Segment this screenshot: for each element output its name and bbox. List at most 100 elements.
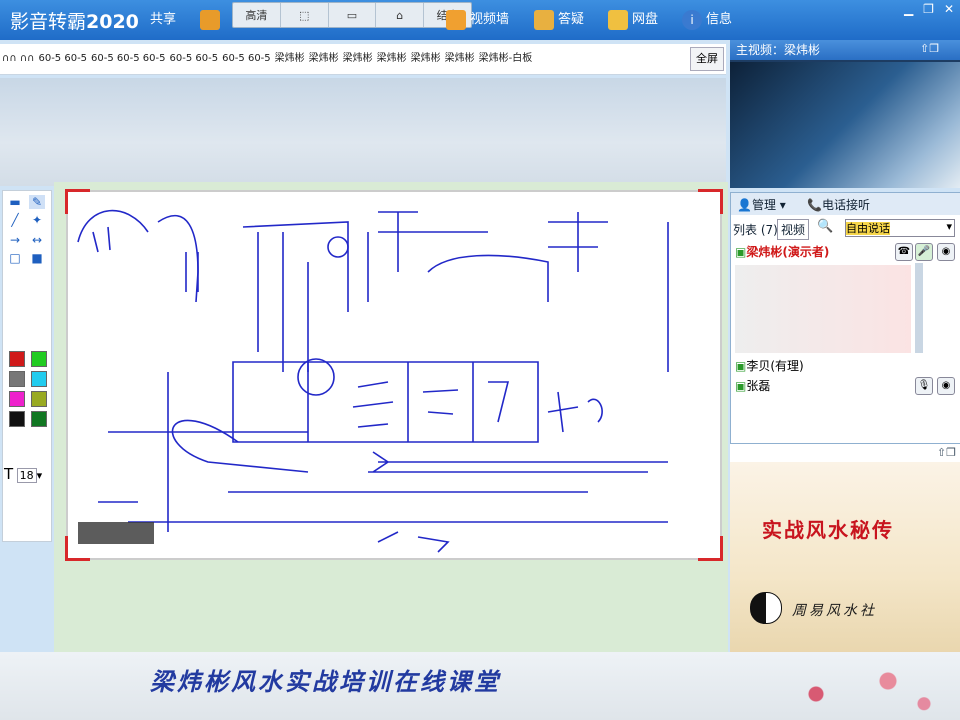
- document-tabs: ∩∩ ∩∩ 60-5 60-5 60-5 60-5 60-5 60-5 60-5 60-…: [0, 44, 726, 75]
- phone-label: 电话接听: [821, 198, 870, 212]
- close-icon[interactable]: ✕: [944, 2, 954, 16]
- pen-icon[interactable]: ✎: [29, 195, 45, 209]
- qa-icon: [534, 10, 554, 30]
- text-tool-icon[interactable]: T: [4, 465, 13, 483]
- restore-icon[interactable]: ❐: [923, 2, 934, 16]
- double-arrow-icon[interactable]: ↔: [29, 233, 45, 247]
- eraser-icon[interactable]: ✦: [29, 213, 45, 227]
- share-button[interactable]: 共享: [150, 7, 176, 33]
- app-brand: 影音转霸2020: [10, 7, 139, 34]
- info-button[interactable]: i 信息: [682, 7, 732, 33]
- color-magenta[interactable]: [9, 391, 25, 407]
- tab-item[interactable]: 梁炜彬: [341, 44, 375, 74]
- share-label: 共享: [150, 12, 177, 27]
- window-icon[interactable]: ▭: [329, 3, 377, 27]
- footer-title: 梁炜彬风水实战培训在线课堂: [150, 667, 501, 696]
- brand-prefix: 影音转霸: [10, 11, 87, 33]
- phone-answer-button[interactable]: 📞电话接听: [807, 196, 870, 213]
- poster-subtitle: 周易风水社: [792, 603, 877, 619]
- color-dark-green[interactable]: [31, 411, 47, 427]
- handwriting-canvas: [77, 209, 669, 553]
- tab-video[interactable]: 视频: [777, 219, 810, 240]
- tab-item[interactable]: 60-5 60-5 60-5: [89, 44, 167, 74]
- participant-name: 李贝(有理): [746, 359, 804, 373]
- manage-label: 管理: [751, 198, 776, 212]
- highlighter-icon[interactable]: ▬: [7, 195, 23, 209]
- participant-item[interactable]: ▣张磊: [735, 377, 770, 394]
- scrollbar[interactable]: [915, 263, 923, 353]
- phone-icon[interactable]: ☎: [895, 243, 913, 261]
- search-icon[interactable]: 🔍: [817, 219, 833, 234]
- fullscreen-button[interactable]: 全屏: [690, 47, 724, 71]
- minimize-icon[interactable]: ▁: [904, 2, 913, 16]
- participant-name: 张磊: [746, 379, 771, 393]
- window-controls: ▁ ❐ ✕: [904, 2, 954, 16]
- color-gray[interactable]: [9, 371, 25, 387]
- tab-item[interactable]: 梁炜彬: [409, 44, 443, 74]
- tab-item[interactable]: 梁炜彬: [273, 44, 307, 74]
- hd-button[interactable]: 高清: [233, 3, 281, 27]
- whiteboard[interactable]: [65, 189, 723, 561]
- tab-list[interactable]: 列表 (7): [733, 221, 778, 238]
- qa-label: 答疑: [558, 12, 585, 27]
- monitor-icon: ▣: [735, 379, 747, 393]
- tab-item[interactable]: 60-5 60-5: [220, 44, 273, 74]
- participant-item[interactable]: ▣李贝(有理): [735, 357, 804, 374]
- info-label: 信息: [706, 12, 733, 27]
- color-black[interactable]: [9, 411, 25, 427]
- netdisk-label: 网盘: [632, 12, 659, 27]
- netdisk-button[interactable]: 网盘: [608, 7, 658, 33]
- mini-toolbar: 高清 ⬚ ▭ ⌂ 结束: [232, 2, 472, 28]
- tab-item[interactable]: 梁炜彬: [375, 44, 409, 74]
- mode-select[interactable]: 自由说话 ▾: [845, 219, 955, 237]
- info-icon: i: [682, 10, 702, 30]
- filled-rectangle-icon[interactable]: ■: [29, 251, 45, 265]
- home-icon[interactable]: ⌂: [376, 3, 425, 27]
- blurred-area: [0, 78, 726, 186]
- panel-pin-icon[interactable]: ⇧❐: [920, 42, 939, 55]
- line-icon[interactable]: ╱: [7, 213, 23, 227]
- hand-drawn-strokes: [77, 209, 669, 553]
- tab-item[interactable]: 60-5 60-5: [168, 44, 221, 74]
- folder-icon: [608, 10, 628, 30]
- panel-pin-icon[interactable]: ⇧❐: [937, 446, 956, 459]
- color-green[interactable]: [31, 351, 47, 367]
- poster-image: 实战风水秘传 周易风水社: [730, 462, 960, 654]
- microphone-off-icon[interactable]: 🎙: [915, 377, 933, 395]
- video-wall-icon: [446, 10, 466, 30]
- tab-item[interactable]: 60-5 60-5: [36, 44, 89, 74]
- video-wall-label: 视频墙: [470, 12, 510, 27]
- microphone-icon[interactable]: 🎤: [915, 243, 933, 261]
- color-olive[interactable]: [31, 391, 47, 407]
- arrow-icon[interactable]: →: [7, 233, 23, 247]
- tab-item[interactable]: ∩∩ ∩∩: [0, 44, 36, 74]
- video-overlay: [78, 522, 154, 544]
- tab-item[interactable]: 梁炜彬: [443, 44, 477, 74]
- poster-title: 实战风水秘传: [762, 518, 894, 542]
- select-icon[interactable]: ⬚: [281, 3, 329, 27]
- monitor-icon: ▣: [735, 359, 747, 373]
- font-size-value[interactable]: 18: [16, 468, 37, 483]
- color-cyan[interactable]: [31, 371, 47, 387]
- monitor-icon: ▣: [735, 245, 747, 259]
- mode-select-value: 自由说话: [846, 222, 890, 235]
- blurred-participants: [735, 265, 911, 353]
- main-video-feed[interactable]: [730, 62, 960, 188]
- manage-menu[interactable]: 👤管理 ▾: [737, 196, 786, 213]
- camera-icon[interactable]: ◉: [937, 243, 955, 261]
- video-wall-button[interactable]: 视频墙: [446, 7, 509, 33]
- tool-palette: ▬ ✎ ╱ ✦ → ↔ □ ■: [2, 190, 52, 542]
- color-red[interactable]: [9, 351, 25, 367]
- font-size-control[interactable]: T 18 ▾: [4, 465, 50, 485]
- yin-yang-icon: [750, 592, 782, 624]
- plum-blossom-decoration: [720, 655, 960, 720]
- tab-item[interactable]: 梁炜彬-白板: [477, 44, 535, 74]
- tab-item[interactable]: 梁炜彬: [307, 44, 341, 74]
- board-icon[interactable]: [200, 10, 220, 30]
- participant-host[interactable]: ▣梁炜彬(演示者): [735, 243, 829, 260]
- rectangle-icon[interactable]: □: [7, 251, 23, 265]
- camera-icon[interactable]: ◉: [937, 377, 955, 395]
- brand-year: 2020: [86, 11, 139, 33]
- qa-button[interactable]: 答疑: [534, 7, 584, 33]
- participant-panel: 👤管理 ▾ 📞电话接听 列表 (7) 视频 🔍 自由说话 ▾ ▣梁炜彬(演示者) …: [730, 192, 960, 444]
